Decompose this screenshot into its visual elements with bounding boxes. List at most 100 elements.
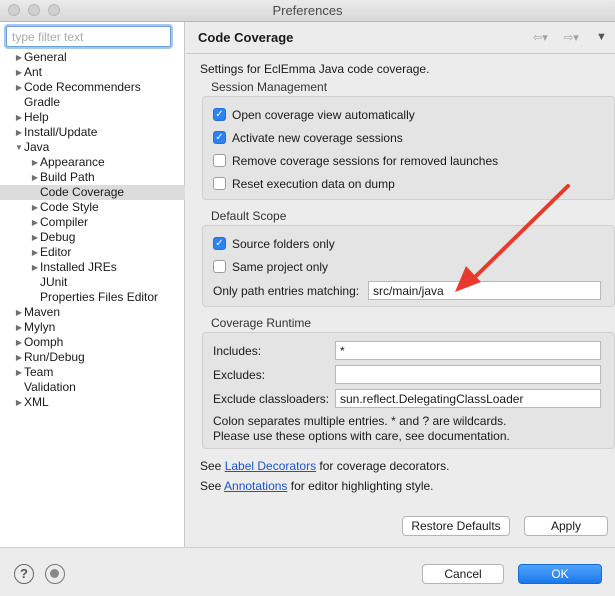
tree-item-label: Mylyn bbox=[24, 320, 56, 334]
chevron-right-icon[interactable]: ▶ bbox=[14, 65, 24, 80]
activate-sessions-label: Activate new coverage sessions bbox=[232, 131, 403, 145]
tree-item[interactable]: ▶ General bbox=[0, 50, 185, 65]
open-coverage-view-label: Open coverage view automatically bbox=[232, 108, 415, 122]
includes-field[interactable]: * bbox=[335, 341, 601, 360]
help-icon[interactable]: ? bbox=[14, 564, 34, 584]
source-folders-checkbox[interactable]: ✓ bbox=[213, 237, 226, 250]
tree-item[interactable]: ▶ Code Recommenders bbox=[0, 80, 185, 95]
tree-item[interactable]: Gradle bbox=[0, 95, 185, 110]
chevron-right-icon[interactable]: ▶ bbox=[14, 110, 24, 125]
apply-button[interactable]: Apply bbox=[524, 516, 608, 536]
coverage-runtime-title: Coverage Runtime bbox=[211, 316, 312, 330]
tree-item[interactable]: ▶ Ant bbox=[0, 65, 185, 80]
tree-item-label: Gradle bbox=[24, 95, 61, 109]
annotations-line: See Annotations for editor highlighting … bbox=[200, 479, 434, 493]
tree-item-label: JUnit bbox=[40, 275, 68, 289]
remove-sessions-checkbox[interactable] bbox=[213, 154, 226, 167]
tree-item[interactable]: ▼ Java bbox=[0, 140, 185, 155]
excludes-field[interactable] bbox=[335, 365, 601, 384]
tree-item[interactable]: ▶ Oomph bbox=[0, 335, 185, 350]
excludes-label: Excludes: bbox=[213, 368, 266, 382]
label-decorators-link[interactable]: Label Decorators bbox=[225, 459, 316, 473]
same-project-label: Same project only bbox=[232, 260, 329, 274]
path-entries-field[interactable]: src/main/java bbox=[368, 281, 601, 300]
tree-item-label: General bbox=[24, 50, 67, 64]
tree-item[interactable]: ▶ Compiler bbox=[0, 215, 185, 230]
chevron-right-icon[interactable]: ▶ bbox=[30, 245, 40, 260]
tree-item[interactable]: ▶ Maven bbox=[0, 305, 185, 320]
chevron-right-icon[interactable]: ▶ bbox=[14, 320, 24, 335]
chevron-right-icon[interactable]: ▶ bbox=[14, 50, 24, 65]
tree-item[interactable]: Code Coverage bbox=[0, 185, 185, 200]
chevron-right-icon[interactable]: ▶ bbox=[30, 200, 40, 215]
activate-sessions-checkbox[interactable]: ✓ bbox=[213, 131, 226, 144]
chevron-right-icon[interactable]: ▶ bbox=[14, 395, 24, 410]
coverage-runtime-group: Includes: * Excludes: Exclude classloade… bbox=[202, 332, 615, 449]
restore-defaults-button[interactable]: Restore Defaults bbox=[402, 516, 510, 536]
tree-item[interactable]: ▶ Installed JREs bbox=[0, 260, 185, 275]
chevron-right-icon[interactable]: ▶ bbox=[30, 230, 40, 245]
tree-item[interactable]: ▶ Help bbox=[0, 110, 185, 125]
classloaders-field[interactable]: sun.reflect.DelegatingClassLoader bbox=[335, 389, 601, 408]
chevron-right-icon[interactable]: ▶ bbox=[14, 305, 24, 320]
chevron-right-icon[interactable]: ▶ bbox=[14, 125, 24, 140]
reset-execution-data-label: Reset execution data on dump bbox=[232, 177, 395, 191]
chevron-right-icon[interactable]: ▶ bbox=[30, 260, 40, 275]
chevron-right-icon[interactable]: ▶ bbox=[30, 155, 40, 170]
chevron-down-icon[interactable]: ▼ bbox=[14, 140, 24, 155]
tree-item[interactable]: ▶ Code Style bbox=[0, 200, 185, 215]
reset-execution-data-checkbox[interactable] bbox=[213, 177, 226, 190]
tree-item[interactable]: ▶ Run/Debug bbox=[0, 350, 185, 365]
tree-item[interactable]: Validation bbox=[0, 380, 185, 395]
filter-input[interactable]: type filter text bbox=[6, 26, 171, 47]
chevron-right-icon[interactable]: ▶ bbox=[14, 365, 24, 380]
page-description: Settings for EclEmma Java code coverage. bbox=[200, 62, 430, 76]
same-project-checkbox[interactable] bbox=[213, 260, 226, 273]
tree-item-label: Help bbox=[24, 110, 49, 124]
page-header: Code Coverage ⇦▾ ⇨▾ ▼ bbox=[186, 22, 615, 54]
chevron-right-icon[interactable]: ▶ bbox=[14, 350, 24, 365]
view-menu-icon[interactable]: ▼ bbox=[596, 31, 607, 43]
tree-item[interactable]: ▶ Team bbox=[0, 365, 185, 380]
tree-item-label: XML bbox=[24, 395, 49, 409]
session-management-title: Session Management bbox=[211, 80, 328, 94]
path-entries-label: Only path entries matching: bbox=[213, 284, 360, 298]
tree-item-label: Code Recommenders bbox=[24, 80, 141, 94]
tree-item-label: Installed JREs bbox=[40, 260, 117, 274]
tree-item-label: Editor bbox=[40, 245, 72, 259]
tree-item-label: Debug bbox=[40, 230, 76, 244]
tree-item-label: Appearance bbox=[40, 155, 105, 169]
page-title: Code Coverage bbox=[198, 30, 294, 45]
chevron-right-icon[interactable]: ▶ bbox=[14, 80, 24, 95]
tree-item[interactable]: Properties Files Editor bbox=[0, 290, 185, 305]
tree-item[interactable]: ▶ Install/Update bbox=[0, 125, 185, 140]
open-coverage-view-checkbox[interactable]: ✓ bbox=[213, 108, 226, 121]
tree-item[interactable]: ▶ Appearance bbox=[0, 155, 185, 170]
includes-label: Includes: bbox=[213, 344, 262, 358]
tree-item[interactable]: ▶ Debug bbox=[0, 230, 185, 245]
tree-item-label: Run/Debug bbox=[24, 350, 85, 364]
annotations-link[interactable]: Annotations bbox=[224, 479, 287, 493]
wildcards-note: Colon separates multiple entries. * and … bbox=[213, 414, 507, 428]
label-decorators-suffix: for coverage decorators. bbox=[316, 459, 450, 473]
cancel-button[interactable]: Cancel bbox=[422, 564, 504, 584]
annotations-suffix: for editor highlighting style. bbox=[287, 479, 434, 493]
label-decorators-line: See Label Decorators for coverage decora… bbox=[200, 459, 449, 473]
tree-item[interactable]: JUnit bbox=[0, 275, 185, 290]
tree-item[interactable]: ▶ Build Path bbox=[0, 170, 185, 185]
remove-sessions-label: Remove coverage sessions for removed lau… bbox=[232, 154, 499, 168]
ok-button[interactable]: OK bbox=[518, 564, 602, 584]
chevron-right-icon[interactable]: ▶ bbox=[14, 335, 24, 350]
forward-arrow-icon[interactable]: ⇨▾ bbox=[564, 31, 579, 44]
tree-item[interactable]: ▶ Mylyn bbox=[0, 320, 185, 335]
tree-item[interactable]: ▶ XML bbox=[0, 395, 185, 410]
chevron-right-icon[interactable]: ▶ bbox=[30, 215, 40, 230]
tree-item-label: Properties Files Editor bbox=[40, 290, 159, 304]
tree-item[interactable]: ▶ Editor bbox=[0, 245, 185, 260]
tree-item-label: Maven bbox=[24, 305, 61, 319]
chevron-right-icon[interactable]: ▶ bbox=[30, 170, 40, 185]
back-arrow-icon[interactable]: ⇦▾ bbox=[533, 31, 548, 44]
import-export-icon[interactable] bbox=[45, 564, 65, 584]
window-title: Preferences bbox=[272, 3, 343, 18]
title-bar: Preferences bbox=[0, 0, 615, 22]
